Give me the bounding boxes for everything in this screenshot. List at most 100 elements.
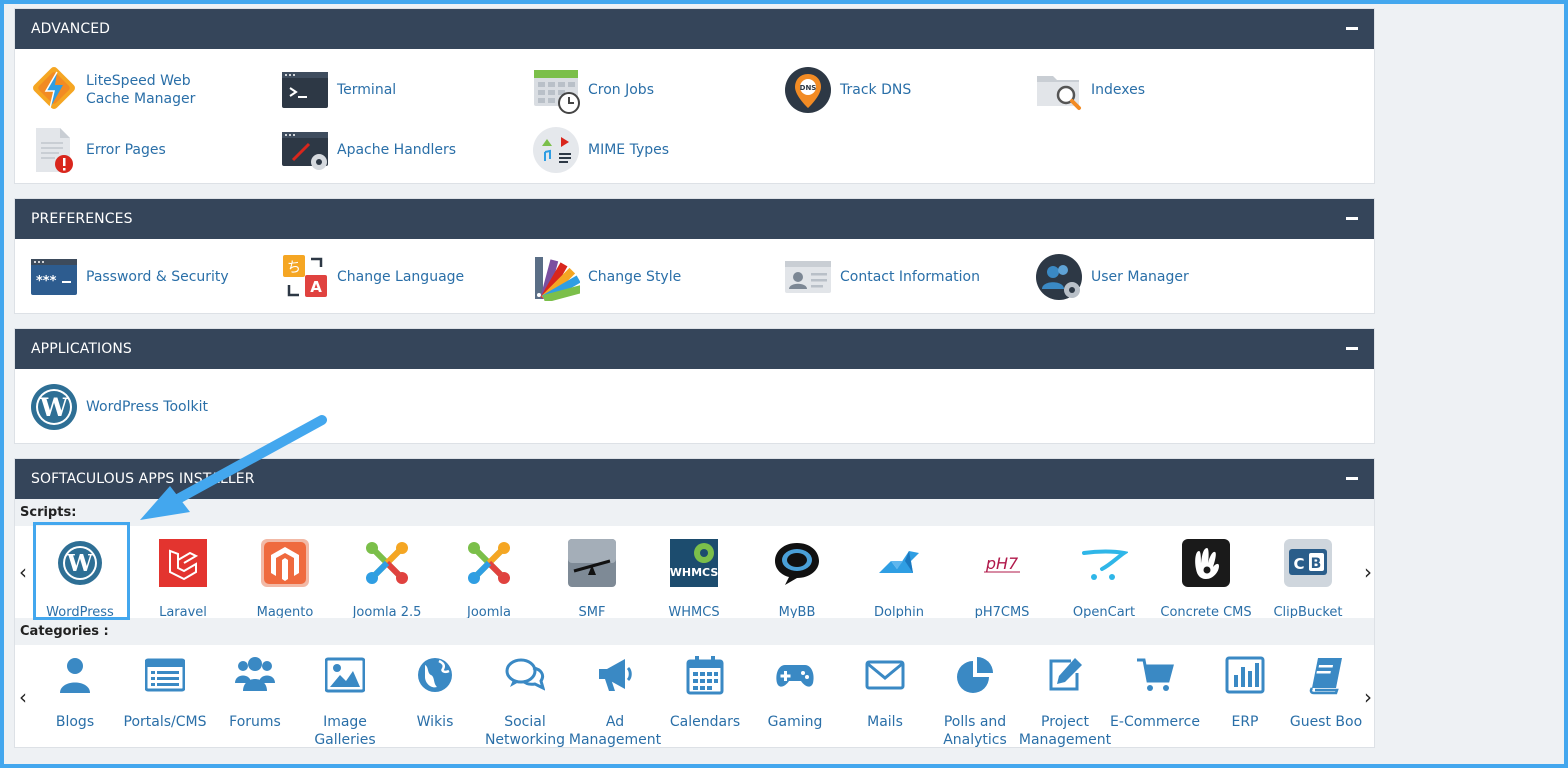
softaculous-panel: SOFTACULOUS APPS INSTALLER Scripts: ‹ › … [14,458,1375,748]
bar-chart-icon [1225,655,1265,695]
category-label-line2: Networking [484,732,566,748]
category-portals-cms[interactable]: Portals/CMS [117,655,213,731]
script-dolphin[interactable]: Dolphin [849,539,949,620]
laravel-icon [159,539,207,587]
password-icon: *** [30,253,78,301]
applications-panel: APPLICATIONS W WordPress Toolkit [14,328,1375,444]
collapse-applications-button[interactable] [1346,347,1358,350]
smf-icon [568,539,616,587]
litespeed-icon [30,66,78,114]
category-label: Social [504,714,546,730]
envelope-icon [865,655,905,695]
category-label-line2: Management [1018,732,1112,748]
script-wordpress[interactable]: W WordPress [30,539,130,620]
terminal-icon [281,66,329,114]
category-erp[interactable]: ERP [1197,655,1293,731]
scripts-next-button[interactable]: › [1361,560,1375,584]
preferences-panel: PREFERENCES *** Password & Security ちA C… [14,198,1375,314]
collapse-preferences-button[interactable] [1346,217,1358,220]
script-concrete-cms[interactable]: Concrete CMS [1156,539,1256,620]
scripts-prev-button[interactable]: ‹ [16,560,30,584]
advanced-panel-header[interactable]: ADVANCED [15,9,1374,49]
advanced-item-apache-handlers[interactable]: Apache Handlers [281,126,456,174]
advanced-item-label: MIME Types [588,142,670,158]
svg-text:C: C [1293,555,1304,573]
preferences-item-user-manager[interactable]: User Manager [1035,253,1189,301]
collapse-advanced-button[interactable] [1346,27,1358,30]
preferences-item-label: User Manager [1091,269,1189,285]
apache-handlers-icon [281,126,329,174]
softaculous-panel-header[interactable]: SOFTACULOUS APPS INSTALLER [15,459,1374,499]
category-label: E-Commerce [1110,714,1200,730]
script-magento[interactable]: Magento [235,539,335,620]
category-label: Image [323,714,367,730]
preferences-item-label: Password & Security [86,269,229,285]
preferences-item-contact-information[interactable]: Contact Information [784,253,980,301]
advanced-item-terminal[interactable]: Terminal [281,66,396,114]
gamepad-icon [775,655,815,695]
advanced-item-error-pages[interactable]: Error Pages [30,126,166,174]
categories-section-label: Categories : [15,618,1374,645]
svg-text:B: B [1311,556,1322,572]
advanced-item-litespeed[interactable]: LiteSpeed Web Cache Manager [30,66,236,114]
script-laravel[interactable]: Laravel [133,539,233,620]
category-social-networking[interactable]: Social Networking [477,655,573,749]
preferences-item-change-language[interactable]: ちA Change Language [281,253,464,301]
script-clipbucket[interactable]: CB ClipBucket [1258,539,1358,620]
advanced-panel-title: ADVANCED [31,21,111,37]
category-wikis[interactable]: Wikis [387,655,483,731]
preferences-item-label: Contact Information [840,269,980,285]
category-forums[interactable]: Forums [207,655,303,731]
image-icon [325,655,365,695]
advanced-item-indexes[interactable]: Indexes [1035,66,1145,114]
advanced-item-track-dns[interactable]: DNS Track DNS [784,66,911,114]
category-e-commerce[interactable]: E-Commerce [1107,655,1203,731]
script-joomla[interactable]: Joomla [439,539,539,620]
chat-bubbles-icon [505,655,545,695]
script-joomla-25[interactable]: Joomla 2.5 [337,539,437,620]
svg-text:***: *** [36,274,57,289]
svg-text:W: W [39,393,69,422]
preferences-item-label: Change Style [588,269,682,285]
preferences-item-change-style[interactable]: Change Style [532,253,681,301]
category-guest-book[interactable]: Guest Boo [1281,655,1371,731]
advanced-item-mime-types[interactable]: MIME Types [532,126,669,174]
category-label-line2: Analytics [943,732,1007,748]
category-label: Forums [229,714,281,730]
category-blogs[interactable]: Blogs [27,655,123,731]
category-calendars[interactable]: Calendars [657,655,753,731]
applications-item-wordpress-toolkit[interactable]: W WordPress Toolkit [30,383,208,431]
category-mails[interactable]: Mails [837,655,933,731]
category-label: Polls and [943,714,1007,730]
category-label: Wikis [416,714,454,730]
cart-icon [1135,655,1175,695]
advanced-item-label: Track DNS [840,82,912,98]
advanced-item-cron-jobs[interactable]: Cron Jobs [532,66,654,114]
category-gaming[interactable]: Gaming [747,655,843,731]
script-opencart[interactable]: OpenCart [1054,539,1154,620]
category-label: Project [1041,714,1089,730]
script-ph7cms[interactable]: pH7 pH7CMS [952,539,1052,620]
script-whmcs[interactable]: WHMCS WHMCS [644,539,744,620]
category-label: Gaming [767,714,823,730]
language-icon: ちA [281,253,329,301]
script-smf[interactable]: SMF [542,539,642,620]
whmcs-icon: WHMCS [670,539,718,587]
user-manager-icon [1035,253,1083,301]
preferences-panel-header[interactable]: PREFERENCES [15,199,1374,239]
joomla-icon [465,539,513,587]
style-palette-icon [532,253,580,301]
mybb-icon [773,539,821,587]
category-image-galleries[interactable]: Image Galleries [297,655,393,749]
category-project-management[interactable]: Project Management [1017,655,1113,749]
collapse-softaculous-button[interactable] [1346,477,1358,480]
category-label: ERP [1231,714,1259,730]
megaphone-icon [595,655,635,695]
preferences-item-label: Change Language [337,269,465,285]
category-polls-analytics[interactable]: Polls and Analytics [927,655,1023,749]
script-mybb[interactable]: MyBB [747,539,847,620]
category-ad-management[interactable]: Ad Management [567,655,663,749]
applications-panel-header[interactable]: APPLICATIONS [15,329,1374,369]
advanced-item-label: LiteSpeed Web Cache Manager [86,73,196,107]
preferences-item-password-security[interactable]: *** Password & Security [30,253,229,301]
